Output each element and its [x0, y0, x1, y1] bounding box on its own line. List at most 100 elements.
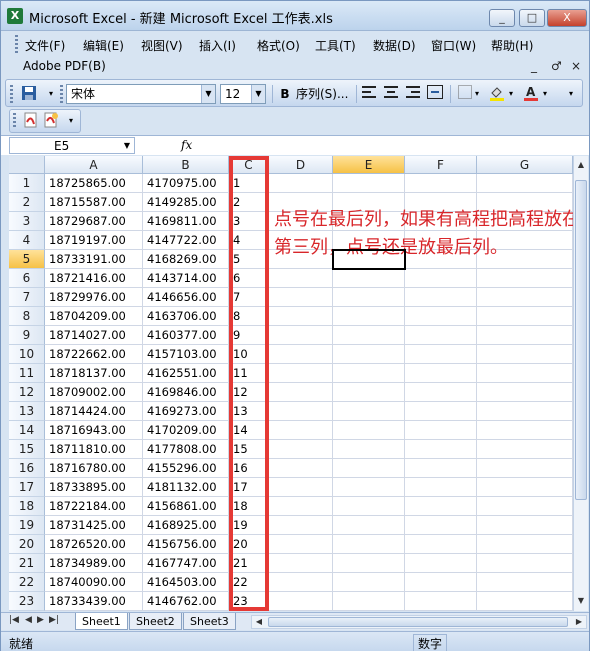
toolbar-grip-2[interactable]: [60, 85, 63, 103]
cell-e21[interactable]: [333, 554, 405, 573]
cell-b10[interactable]: 4157103.00: [143, 345, 229, 364]
cell-d7[interactable]: [269, 288, 333, 307]
cell-g20[interactable]: [477, 535, 573, 554]
cell-f18[interactable]: [405, 497, 477, 516]
cell-b16[interactable]: 4155296.00: [143, 459, 229, 478]
cell-g7[interactable]: [477, 288, 573, 307]
cell-c12[interactable]: 12: [229, 383, 269, 402]
cell-g10[interactable]: [477, 345, 573, 364]
row-header[interactable]: 5: [9, 250, 45, 269]
chevron-down-icon[interactable]: ▼: [201, 85, 215, 103]
cell-c15[interactable]: 15: [229, 440, 269, 459]
cell-c9[interactable]: 9: [229, 326, 269, 345]
formula-input[interactable]: [199, 137, 587, 154]
row-header[interactable]: 2: [9, 193, 45, 212]
row-header[interactable]: 8: [9, 307, 45, 326]
cell-a13[interactable]: 18714424.00: [45, 402, 143, 421]
save-icon[interactable]: [20, 85, 38, 103]
cell-d14[interactable]: [269, 421, 333, 440]
chevron-down-icon[interactable]: ▾: [472, 85, 482, 103]
cell-a17[interactable]: 18733895.00: [45, 478, 143, 497]
chevron-down-icon[interactable]: ▾: [506, 85, 516, 103]
cell-a19[interactable]: 18731425.00: [45, 516, 143, 535]
prev-sheet-icon[interactable]: ◀: [25, 615, 32, 625]
cell-f8[interactable]: [405, 307, 477, 326]
cell-c1[interactable]: 1: [229, 174, 269, 193]
row-header[interactable]: 7: [9, 288, 45, 307]
scroll-left-arrow-icon[interactable]: ◀: [252, 616, 266, 628]
cell-f10[interactable]: [405, 345, 477, 364]
column-header-f[interactable]: F: [405, 156, 477, 174]
menu-view[interactable]: 视图(V): [141, 37, 183, 54]
cell-f7[interactable]: [405, 288, 477, 307]
cell-g17[interactable]: [477, 478, 573, 497]
row-header[interactable]: 15: [9, 440, 45, 459]
row-header[interactable]: 11: [9, 364, 45, 383]
cell-d13[interactable]: [269, 402, 333, 421]
cell-a23[interactable]: 18733439.00: [45, 592, 143, 611]
cell-f9[interactable]: [405, 326, 477, 345]
cell-e10[interactable]: [333, 345, 405, 364]
cell-a9[interactable]: 18714027.00: [45, 326, 143, 345]
cell-d17[interactable]: [269, 478, 333, 497]
cell-e9[interactable]: [333, 326, 405, 345]
cell-a8[interactable]: 18704209.00: [45, 307, 143, 326]
cell-d10[interactable]: [269, 345, 333, 364]
vertical-scroll-thumb[interactable]: [575, 180, 587, 500]
cell-c20[interactable]: 20: [229, 535, 269, 554]
cell-a12[interactable]: 18709002.00: [45, 383, 143, 402]
horizontal-scroll-thumb[interactable]: [268, 617, 568, 627]
row-header[interactable]: 22: [9, 573, 45, 592]
font-name-combo[interactable]: 宋体 ▼: [66, 84, 216, 104]
scroll-down-arrow-icon[interactable]: ▼: [574, 594, 588, 608]
column-header-d[interactable]: D: [269, 156, 333, 174]
cell-c2[interactable]: 2: [229, 193, 269, 212]
chevron-down-icon[interactable]: ▼: [124, 138, 130, 154]
cell-f16[interactable]: [405, 459, 477, 478]
cell-d12[interactable]: [269, 383, 333, 402]
cell-g1[interactable]: [477, 174, 573, 193]
cell-b18[interactable]: 4156861.00: [143, 497, 229, 516]
cell-c8[interactable]: 8: [229, 307, 269, 326]
cell-f20[interactable]: [405, 535, 477, 554]
menu-tools[interactable]: 工具(T): [315, 37, 356, 54]
doc-restore-button[interactable]: ♂: [551, 59, 562, 73]
menu-edit[interactable]: 编辑(E): [83, 37, 124, 54]
fill-color-icon[interactable]: [488, 85, 506, 103]
cell-g12[interactable]: [477, 383, 573, 402]
cell-d6[interactable]: [269, 269, 333, 288]
cell-e14[interactable]: [333, 421, 405, 440]
cell-a10[interactable]: 18722662.00: [45, 345, 143, 364]
cell-d16[interactable]: [269, 459, 333, 478]
cell-g8[interactable]: [477, 307, 573, 326]
sheet-tab-sheet3[interactable]: Sheet3: [183, 613, 236, 630]
cell-c22[interactable]: 22: [229, 573, 269, 592]
cell-b12[interactable]: 4169846.00: [143, 383, 229, 402]
cell-a15[interactable]: 18711810.00: [45, 440, 143, 459]
cell-a2[interactable]: 18715587.00: [45, 193, 143, 212]
cell-d22[interactable]: [269, 573, 333, 592]
menu-format[interactable]: 格式(O): [257, 37, 300, 54]
pdf-email-icon[interactable]: [42, 112, 60, 130]
row-header[interactable]: 20: [9, 535, 45, 554]
select-all-corner[interactable]: [9, 156, 45, 174]
cell-e19[interactable]: [333, 516, 405, 535]
menu-window[interactable]: 窗口(W): [431, 37, 476, 54]
toolbar-options-chevron-icon[interactable]: ▾: [562, 85, 580, 103]
cell-a21[interactable]: 18734989.00: [45, 554, 143, 573]
cell-e18[interactable]: [333, 497, 405, 516]
cell-c19[interactable]: 19: [229, 516, 269, 535]
cell-c11[interactable]: 11: [229, 364, 269, 383]
cell-c13[interactable]: 13: [229, 402, 269, 421]
cell-e11[interactable]: [333, 364, 405, 383]
row-header[interactable]: 21: [9, 554, 45, 573]
cell-b3[interactable]: 4169811.00: [143, 212, 229, 231]
cell-b22[interactable]: 4164503.00: [143, 573, 229, 592]
cell-e15[interactable]: [333, 440, 405, 459]
doc-minimize-button[interactable]: _: [531, 59, 537, 73]
cell-d11[interactable]: [269, 364, 333, 383]
cell-c16[interactable]: 16: [229, 459, 269, 478]
cell-e12[interactable]: [333, 383, 405, 402]
row-header[interactable]: 23: [9, 592, 45, 611]
cell-b6[interactable]: 4143714.00: [143, 269, 229, 288]
